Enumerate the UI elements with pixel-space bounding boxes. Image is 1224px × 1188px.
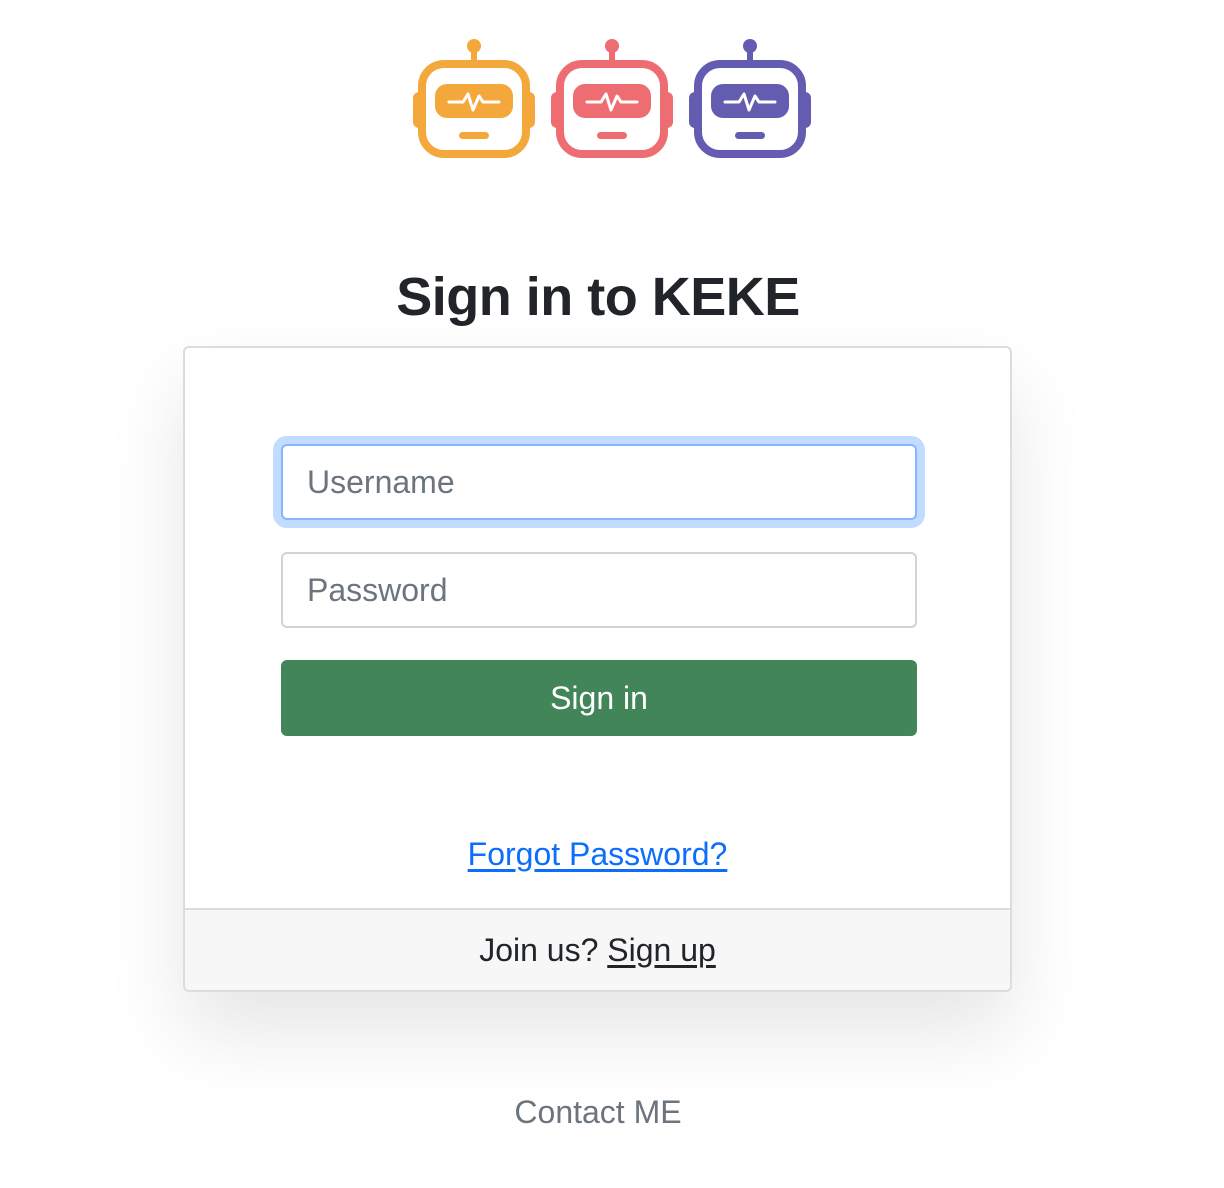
forgot-password-row: Forgot Password?	[185, 836, 1010, 873]
card-footer: Join us? Sign up	[185, 908, 1010, 990]
robot-icon	[551, 39, 673, 158]
signin-card: Sign in Forgot Password? Join us? Sign u…	[183, 346, 1012, 992]
forgot-password-link[interactable]: Forgot Password?	[468, 836, 728, 872]
contact-link[interactable]: Contact ME	[0, 1094, 1196, 1131]
join-prompt: Join us?	[479, 932, 599, 968]
page-title: Sign in to KEKE	[396, 267, 800, 327]
robot-icon	[689, 39, 811, 158]
username-input[interactable]	[281, 444, 917, 520]
logo	[0, 36, 1224, 160]
sign-up-link[interactable]: Sign up	[607, 932, 716, 968]
robot-icon	[413, 39, 535, 158]
sign-in-button[interactable]: Sign in	[281, 660, 917, 736]
password-input[interactable]	[281, 552, 917, 628]
